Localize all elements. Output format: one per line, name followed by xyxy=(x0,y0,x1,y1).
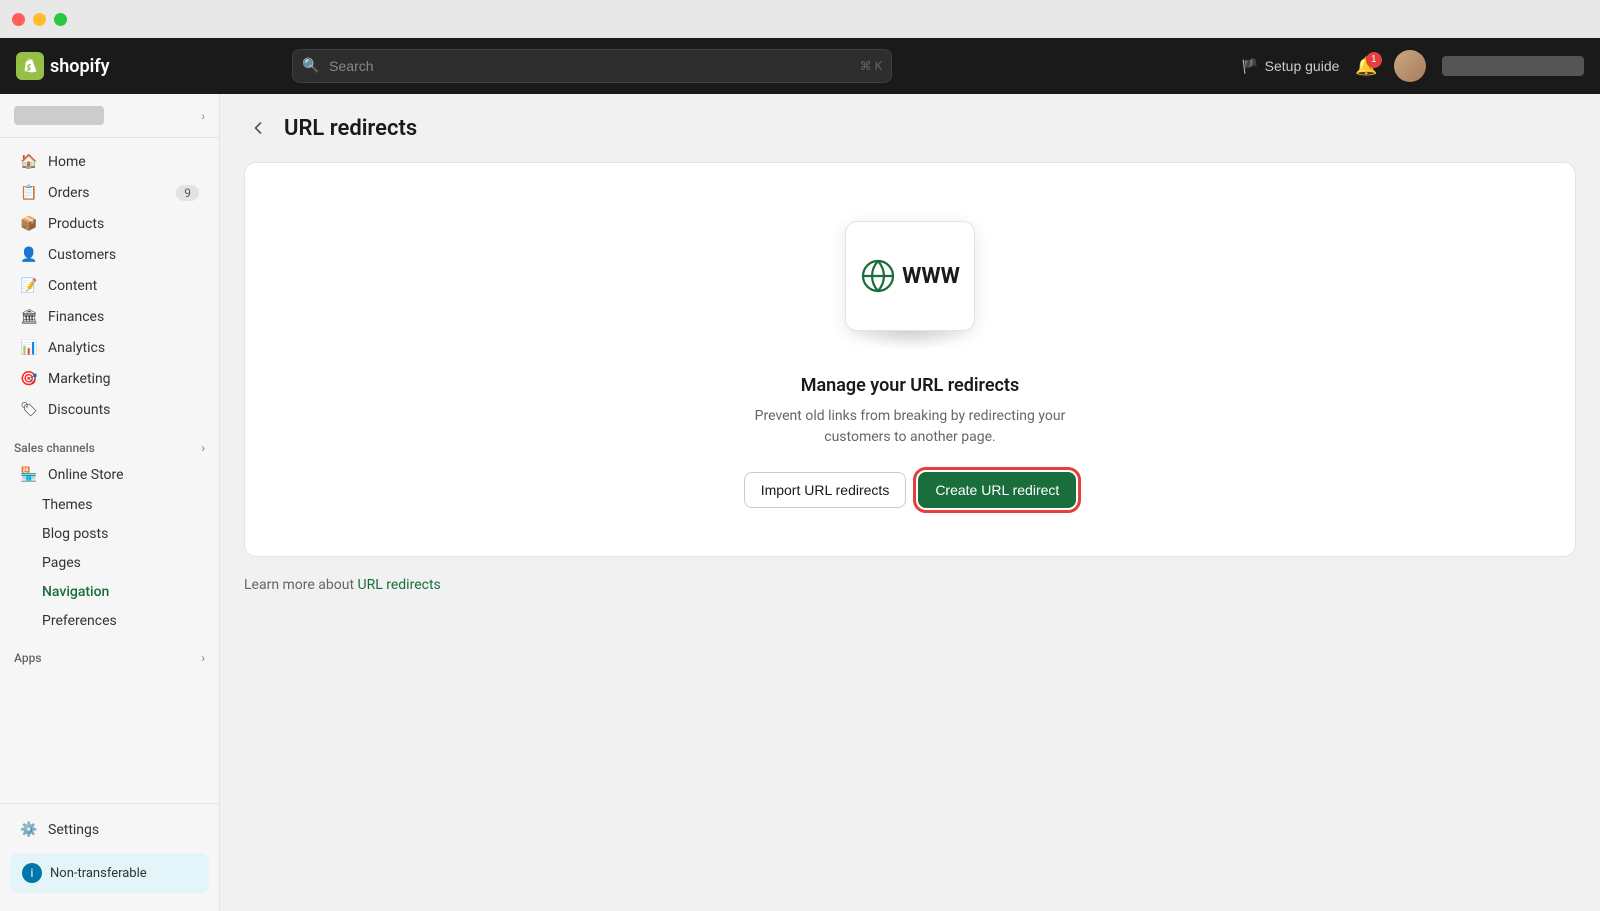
sidebar-item-products-label: Products xyxy=(48,216,104,232)
search-bar: 🔍 ⌘ K xyxy=(292,49,892,83)
empty-state-card: WWW Manage your URL redirects Prevent ol… xyxy=(244,162,1576,557)
settings-icon: ⚙️ xyxy=(20,822,38,838)
non-transferable-label: Non-transferable xyxy=(50,866,147,881)
shopify-logo-icon xyxy=(16,52,44,80)
avatar[interactable] xyxy=(1394,50,1426,82)
page-header: URL redirects xyxy=(244,114,1576,142)
sidebar-item-customers[interactable]: 👤 Customers xyxy=(6,240,213,270)
customers-icon: 👤 xyxy=(20,247,38,263)
sidebar-subitem-themes-label: Themes xyxy=(42,497,92,513)
sidebar-item-settings[interactable]: ⚙️ Settings xyxy=(6,815,213,845)
discounts-icon: 🏷 xyxy=(20,402,38,418)
create-url-redirect-button[interactable]: Create URL redirect xyxy=(918,472,1076,508)
main-content: URL redirects WWW Manage your xyxy=(220,94,1600,911)
sidebar-item-marketing[interactable]: 🎯 Marketing xyxy=(6,364,213,394)
sidebar-item-content[interactable]: 📝 Content xyxy=(6,271,213,301)
sales-channels-header: Sales channels › xyxy=(0,433,219,459)
sidebar-item-products[interactable]: 📦 Products xyxy=(6,209,213,239)
sidebar-item-online-store[interactable]: 🏪 Online Store xyxy=(6,460,213,490)
sidebar-item-orders-label: Orders xyxy=(48,185,90,201)
shopify-logo[interactable]: shopify xyxy=(16,52,110,80)
non-transferable-banner: i Non-transferable xyxy=(10,853,209,893)
back-button[interactable] xyxy=(244,114,272,142)
learn-more-text: Learn more about xyxy=(244,577,358,593)
sidebar-store: Store › xyxy=(0,94,219,138)
sidebar-footer: ⚙️ Settings i Non-transferable xyxy=(0,803,219,911)
globe-www-wrap: WWW xyxy=(860,258,960,294)
search-shortcut: ⌘ K xyxy=(860,59,883,73)
sidebar-item-orders[interactable]: 📋 Orders 9 xyxy=(6,178,213,208)
sidebar-subitem-preferences[interactable]: Preferences xyxy=(6,607,213,635)
search-icon: 🔍 xyxy=(302,58,319,74)
sidebar-subitem-preferences-label: Preferences xyxy=(42,613,117,629)
empty-state-description: Prevent old links from breaking by redir… xyxy=(720,406,1100,448)
products-icon: 📦 xyxy=(20,216,38,232)
sales-channels-label: Sales channels xyxy=(14,441,95,455)
search-input[interactable] xyxy=(292,49,892,83)
empty-state-title: Manage your URL redirects xyxy=(801,375,1019,396)
illustration: WWW xyxy=(830,211,990,351)
analytics-icon: 📊 xyxy=(20,340,38,356)
learn-more: Learn more about URL redirects xyxy=(244,577,1576,593)
sidebar-item-home-label: Home xyxy=(48,154,86,170)
content-icon: 📝 xyxy=(20,278,38,294)
info-icon: i xyxy=(22,863,42,883)
import-url-redirects-button[interactable]: Import URL redirects xyxy=(744,472,907,508)
sidebar-item-finances-label: Finances xyxy=(48,309,104,325)
sidebar-item-discounts-label: Discounts xyxy=(48,402,110,418)
sidebar-item-analytics-label: Analytics xyxy=(48,340,105,356)
orders-icon: 📋 xyxy=(20,185,38,201)
setup-guide-button[interactable]: 🏴 Setup guide xyxy=(1241,58,1339,75)
app-layout: Store › 🏠 Home 📋 Orders 9 📦 Products 👤 C… xyxy=(0,94,1600,911)
illustration-card: WWW xyxy=(845,221,975,331)
apps-label: Apps xyxy=(14,651,42,665)
sidebar-subitem-themes[interactable]: Themes xyxy=(6,491,213,519)
topbar-right: 🏴 Setup guide 🔔 1 username xyxy=(1241,50,1584,82)
flag-icon: 🏴 xyxy=(1241,58,1258,75)
shopify-logo-text: shopify xyxy=(50,56,110,77)
sidebar-subitem-pages[interactable]: Pages xyxy=(6,549,213,577)
marketing-icon: 🎯 xyxy=(20,371,38,387)
notification-badge: 1 xyxy=(1366,52,1382,68)
sidebar-item-marketing-label: Marketing xyxy=(48,371,111,387)
sidebar-item-home[interactable]: 🏠 Home xyxy=(6,147,213,177)
sidebar-item-content-label: Content xyxy=(48,278,97,294)
topbar: shopify 🔍 ⌘ K 🏴 Setup guide 🔔 1 username xyxy=(0,38,1600,94)
notification-button[interactable]: 🔔 1 xyxy=(1355,56,1377,77)
store-chevron-icon: › xyxy=(201,109,205,123)
sidebar-subitem-pages-label: Pages xyxy=(42,555,81,571)
orders-badge: 9 xyxy=(176,185,199,201)
apps-header: Apps › xyxy=(0,643,219,669)
sidebar-item-discounts[interactable]: 🏷 Discounts xyxy=(6,395,213,425)
sidebar-item-customers-label: Customers xyxy=(48,247,116,263)
sidebar-item-settings-label: Settings xyxy=(48,822,99,838)
finances-icon: 🏛 xyxy=(20,309,38,325)
maximize-dot[interactable] xyxy=(54,13,67,26)
sidebar-nav: 🏠 Home 📋 Orders 9 📦 Products 👤 Customers… xyxy=(0,138,219,803)
sidebar-item-finances[interactable]: 🏛 Finances xyxy=(6,302,213,332)
close-dot[interactable] xyxy=(12,13,25,26)
apps-chevron-icon: › xyxy=(201,651,205,665)
home-icon: 🏠 xyxy=(20,154,38,170)
sales-channels-chevron-icon: › xyxy=(201,441,205,455)
www-text: WWW xyxy=(902,264,960,289)
sidebar-subitem-navigation-label: Navigation xyxy=(42,584,109,600)
url-redirects-link[interactable]: URL redirects xyxy=(358,577,441,593)
sidebar-item-online-store-label: Online Store xyxy=(48,467,124,483)
store-name: Store xyxy=(14,106,104,125)
actions: Import URL redirects Create URL redirect xyxy=(744,472,1077,508)
avatar-placeholder xyxy=(1394,50,1426,82)
online-store-icon: 🏪 xyxy=(20,467,38,483)
sidebar: Store › 🏠 Home 📋 Orders 9 📦 Products 👤 C… xyxy=(0,94,220,911)
minimize-dot[interactable] xyxy=(33,13,46,26)
titlebar xyxy=(0,0,1600,38)
user-name: username xyxy=(1442,56,1584,76)
sidebar-subitem-navigation[interactable]: Navigation xyxy=(6,578,213,606)
sidebar-subitem-blog-posts[interactable]: Blog posts xyxy=(6,520,213,548)
sidebar-subitem-blog-posts-label: Blog posts xyxy=(42,526,108,542)
page-title: URL redirects xyxy=(284,116,417,141)
sidebar-item-analytics[interactable]: 📊 Analytics xyxy=(6,333,213,363)
setup-guide-label: Setup guide xyxy=(1265,58,1340,74)
